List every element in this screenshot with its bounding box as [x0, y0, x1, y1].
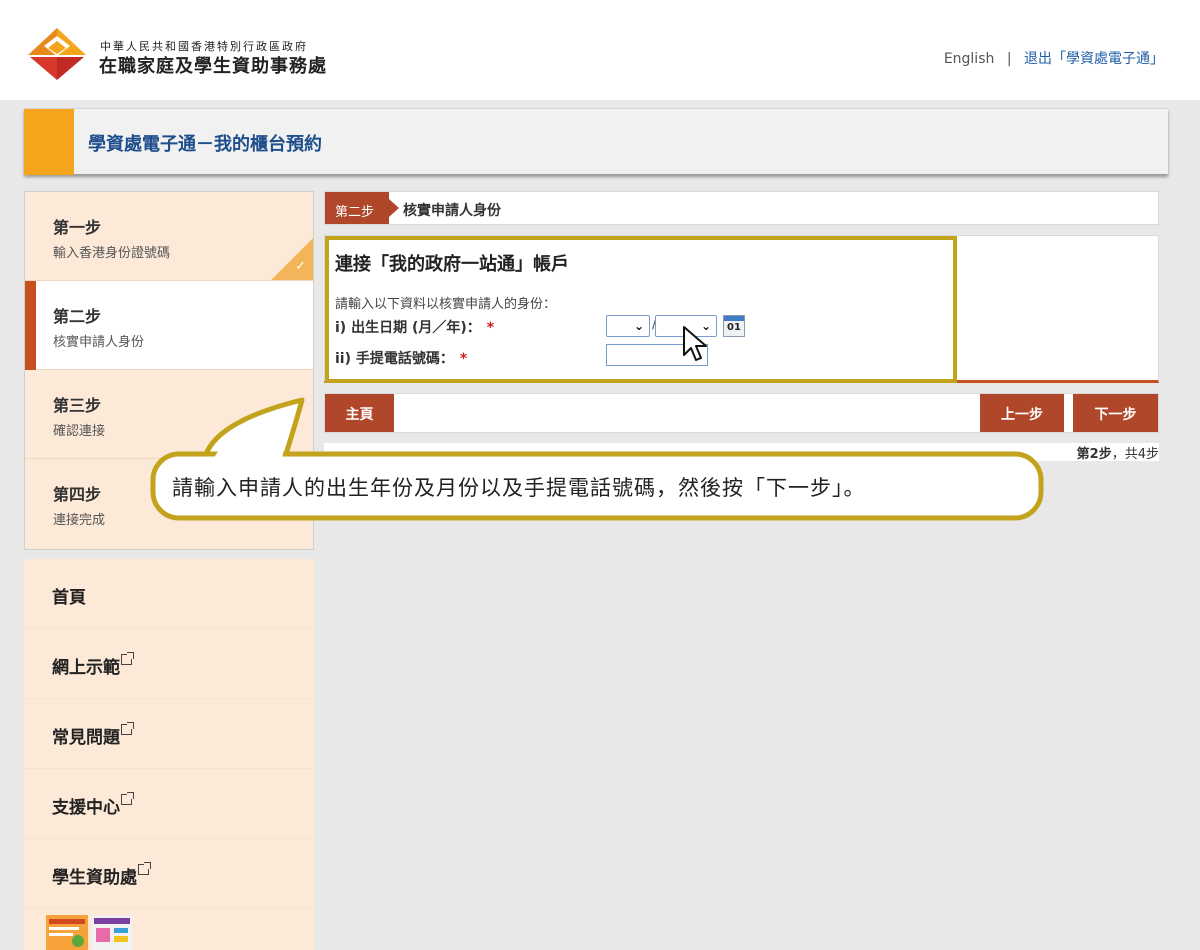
nav-item-label: 支援中心: [52, 798, 120, 818]
dob-label-text: i) 出生日期 (月／年)：: [335, 320, 481, 336]
nav-item-label: 網上示範: [52, 658, 120, 678]
step-progress: 第2步，共4步: [1077, 443, 1159, 462]
nav-item-label: 首頁: [52, 588, 86, 608]
step-badge-arrow: [389, 199, 399, 217]
active-step-bar: [25, 281, 36, 370]
external-link-icon: [121, 792, 134, 805]
step-badge: 第二步: [325, 192, 389, 224]
nav-item-faq[interactable]: 常見問題: [24, 699, 314, 769]
promo-leaflet-image[interactable]: [92, 915, 132, 950]
step-number: 第一步: [53, 218, 102, 237]
calendar-icon[interactable]: 01: [723, 315, 745, 337]
instruction-text: 請輸入申請人的出生年份及月份以及手提電話號碼，然後按「下一步」。: [172, 476, 866, 500]
english-link[interactable]: English: [944, 51, 995, 67]
external-link-icon: [121, 722, 134, 735]
site-header: 中華人民共和國香港特別行政區政府 在職家庭及學生資助事務處 English | …: [0, 0, 1200, 100]
calendar-day: 01: [727, 322, 741, 333]
nav-item-sfo[interactable]: 學生資助處: [24, 839, 314, 909]
page-title-bar: 學資處電子通－我的櫃台預約: [24, 108, 1168, 175]
title-accent: [24, 109, 74, 175]
progress-total: 共4步: [1124, 447, 1159, 462]
step-label: 核實申請人身份: [53, 335, 145, 350]
check-icon: ✓: [295, 259, 306, 274]
step-name: 核實申請人身份: [403, 203, 501, 219]
required-mark: *: [486, 320, 495, 336]
promo-leaflet-image[interactable]: [46, 915, 88, 950]
logout-link[interactable]: 退出「學資處電子通」: [1024, 51, 1164, 67]
nav-item-label: 學生資助處: [52, 868, 137, 888]
form-intro: 請輸入以下資料以核實申請人的身份：: [335, 297, 557, 312]
required-mark: *: [459, 351, 468, 367]
progress-separator: ，: [1111, 447, 1125, 462]
highlighted-form-area: 連接「我的政府一站通」帳戶 請輸入以下資料以核實申請人的身份： i) 出生日期 …: [325, 236, 957, 383]
nav-item-support-centre[interactable]: 支援中心: [24, 769, 314, 839]
current-step-header: 第二步 核實申請人身份: [324, 191, 1159, 225]
wfsfaa-logo-icon[interactable]: [26, 26, 88, 82]
completed-corner: [271, 238, 313, 280]
nav-item-online-demo[interactable]: 網上示範: [24, 629, 314, 699]
page-title: 學資處電子通－我的櫃台預約: [88, 134, 322, 155]
chevron-down-icon: ⌄: [633, 319, 644, 333]
progress-current: 第2步: [1076, 447, 1112, 462]
instruction-callout: [150, 397, 1044, 521]
link-separator: |: [1006, 51, 1012, 67]
phone-label: ii) 手提電話號碼： *: [335, 348, 467, 368]
mouse-pointer-icon: [683, 326, 707, 361]
top-links: English | 退出「學資處電子通」: [944, 48, 1164, 68]
nav-item-label: 常見問題: [52, 728, 120, 748]
side-nav: 首頁 網上示範 常見問題 支援中心 學生資助處: [24, 559, 314, 950]
nav-item-home[interactable]: 首頁: [24, 559, 314, 629]
phone-label-text: ii) 手提電話號碼：: [335, 351, 454, 367]
department-name: 在職家庭及學生資助事務處: [99, 56, 327, 77]
next-step-button[interactable]: 下一步: [1073, 394, 1158, 432]
form-title: 連接「我的政府一站通」帳戶: [335, 254, 569, 275]
birth-month-select[interactable]: ⌄: [606, 315, 650, 337]
verification-form-panel: 連接「我的政府一站通」帳戶 請輸入以下資料以核實申請人的身份： i) 出生日期 …: [324, 235, 1159, 383]
step-2: 第二步 核實申請人身份: [25, 281, 313, 370]
step-1: 第一步 輸入香港身份證號碼 ✓: [25, 192, 313, 281]
step-number: 第二步: [53, 307, 102, 326]
external-link-icon: [121, 652, 134, 665]
dob-label: i) 出生日期 (月／年)： *: [335, 317, 494, 337]
external-link-icon: [138, 862, 151, 875]
